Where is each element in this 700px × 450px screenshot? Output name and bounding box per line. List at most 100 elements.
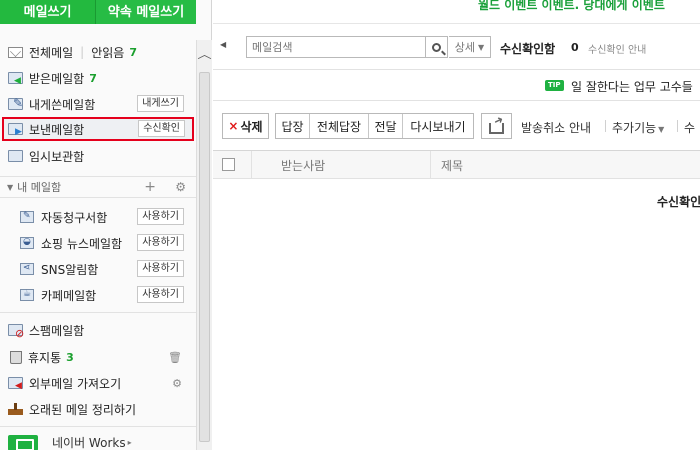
more-functions-dropdown[interactable]: 추가기능 ▼ [612, 119, 664, 136]
write-to-self-button[interactable]: 내게쓰기 [137, 95, 184, 112]
detail-label: 상세 [454, 41, 476, 54]
sidebar-item-label: 외부메일 가져오기 [29, 376, 122, 391]
forward-button[interactable]: 전달 [369, 114, 403, 138]
sidebar-item-label: 쇼핑 뉴스메일함 [41, 236, 123, 251]
mailbox-count: 0 [571, 41, 579, 54]
empty-list-message: 수신확인 [657, 195, 700, 209]
read-receipt-guide-link[interactable]: 수신확인 안내 [588, 41, 646, 56]
select-all-checkbox[interactable] [222, 158, 235, 171]
works-label: 네이버 Works [52, 436, 126, 450]
unread-count: 7 [129, 45, 137, 59]
self-mail-icon [8, 96, 23, 110]
tip-text[interactable]: 일 잘한다는 업무 고수들 [571, 78, 693, 95]
toolbar-extra-item[interactable]: 수 [684, 119, 695, 136]
column-divider [430, 151, 431, 179]
read-receipt-button[interactable]: 수신확인 [138, 120, 185, 137]
resend-button[interactable]: 다시보내기 [403, 114, 473, 138]
sidebar-item-label: SNS알림함 [41, 262, 99, 277]
spam-icon [8, 324, 24, 340]
use-button[interactable]: 사용하기 [137, 286, 184, 303]
mailbox-title: 수신확인함 [500, 42, 556, 56]
gear-icon[interactable]: ⚙ [175, 180, 186, 194]
sidebar-item-spam[interactable]: 스팸메일함 [0, 318, 196, 342]
cancel-send-guide-link[interactable]: 발송취소 안내 [521, 119, 591, 136]
share-icon: ⋖ [20, 263, 34, 275]
collapse-triangle-icon[interactable]: ▼ [7, 183, 13, 192]
sidebar-item-temp[interactable]: 임시보관함 [0, 144, 196, 168]
banner-text[interactable]: 월드 이벤트 이벤트. 당대에게 이벤트 [478, 0, 665, 13]
use-button[interactable]: 사용하기 [137, 234, 184, 251]
folder-icon [8, 150, 23, 162]
sidebar-item-cafe[interactable]: ☕ 카페메일함 사용하기 [0, 283, 196, 307]
sidebar-item-bill[interactable]: ✎ 자동청구서함 사용하기 [0, 205, 196, 229]
use-button[interactable]: 사용하기 [137, 208, 184, 225]
add-mailbox-icon[interactable]: + [144, 179, 156, 195]
chevron-down-icon: ▼ [658, 125, 665, 134]
sidebar-item-external[interactable]: 외부메일 가져오기 ⚙ [0, 371, 196, 395]
inbox-icon [8, 72, 23, 86]
chevron-right-icon: ▸ [127, 438, 132, 447]
search-icon [432, 42, 441, 52]
tip-row[interactable]: TIP 일 잘한다는 업무 고수들 [213, 71, 700, 101]
inbox-count: 7 [89, 71, 97, 85]
unread-link[interactable]: 안읽음 [91, 44, 124, 61]
share-button[interactable] [481, 113, 512, 139]
sidebar-item-inbox[interactable]: 받은메일함 7 [0, 66, 196, 90]
shopping-basket-icon: ◒ [20, 237, 34, 249]
scroll-up-icon[interactable]: ︿ [197, 46, 211, 62]
sidebar-item-all-mail[interactable]: 전체메일 | 안읽음 7 [0, 40, 196, 64]
delete-label: 삭제 [240, 119, 263, 134]
search-input[interactable] [246, 36, 426, 58]
detail-search-dropdown[interactable]: 상세 ▼ [449, 36, 491, 58]
empty-trash-icon[interactable]: 🗑 [168, 351, 182, 364]
delete-button[interactable]: × 삭제 [222, 113, 269, 139]
broom-icon [8, 403, 23, 415]
more-label: 추가기능 [612, 121, 657, 135]
column-recipient[interactable]: 받는사람 [281, 157, 325, 174]
sidebar-item-label: 스팸메일함 [29, 323, 85, 338]
cup-icon: ☕ [20, 289, 34, 301]
naver-works-link[interactable]: 네이버 Works ▸ [8, 434, 132, 450]
compose-button[interactable]: 메일쓰기 [0, 0, 97, 24]
sidebar-item-label: 전체메일 [29, 45, 74, 60]
separator [605, 120, 606, 132]
close-icon: × [228, 119, 239, 133]
sent-icon [8, 123, 23, 137]
divider [0, 426, 196, 427]
reply-button[interactable]: 답장 [276, 114, 310, 138]
scheduled-compose-button[interactable]: 약속 메일쓰기 [96, 0, 196, 24]
sidebar-item-sns[interactable]: ⋖ SNS알림함 사용하기 [0, 257, 196, 281]
sidebar-scrollbar[interactable]: ︿ [196, 40, 212, 450]
tip-badge: TIP [545, 80, 564, 91]
separator: | [80, 45, 85, 59]
sidebar-item-trash[interactable]: 휴지통 3 🗑 [0, 345, 196, 369]
search-bar: ◀ 상세 ▼ 수신확인함 0 수신확인 안내 [213, 24, 700, 70]
column-divider [251, 151, 252, 179]
sidebar-item-label: 카페메일함 [41, 288, 97, 303]
sidebar-item-sent[interactable]: 보낸메일함 수신확인 [2, 117, 194, 141]
toolbar: × 삭제 답장 전체답장 전달 다시보내기 발송취소 안내 추가기능▼ 수 [213, 101, 700, 151]
reply-all-button[interactable]: 전체답장 [310, 114, 369, 138]
trash-count: 3 [66, 350, 74, 364]
works-icon [8, 434, 38, 450]
sidebar-item-label: 내게쓴메일함 [29, 97, 96, 112]
search-button[interactable] [426, 36, 448, 58]
sidebar-item-shopping[interactable]: ◒ 쇼핑 뉴스메일함 사용하기 [0, 231, 196, 255]
my-mailboxes-header[interactable]: ▼ 내 메일함 + ⚙ [0, 176, 196, 198]
gear-icon[interactable]: ⚙ [172, 377, 182, 390]
use-button[interactable]: 사용하기 [137, 260, 184, 277]
share-icon [489, 122, 504, 134]
my-mailboxes-label: 내 메일함 [17, 181, 62, 194]
column-subject[interactable]: 제목 [441, 157, 463, 174]
collapse-left-icon[interactable]: ◀ [220, 40, 226, 49]
sidebar-item-self-mail[interactable]: 내게쓴메일함 내게쓰기 [0, 92, 196, 116]
sidebar-item-label: 자동청구서함 [41, 210, 108, 225]
reply-button-group: 답장 전체답장 전달 다시보내기 [275, 113, 474, 139]
sidebar-item-cleanup[interactable]: 오래된 메일 정리하기 [0, 397, 196, 421]
trash-icon [10, 350, 22, 364]
main-panel: 월드 이벤트 이벤트. 당대에게 이벤트 ◀ 상세 ▼ 수신확인함 0 수신확인… [213, 0, 700, 450]
compose-row: 메일쓰기 약속 메일쓰기 [0, 0, 196, 24]
event-banner[interactable]: 월드 이벤트 이벤트. 당대에게 이벤트 [213, 0, 700, 24]
sidebar: 메일쓰기 약속 메일쓰기 전체메일 | 안읽음 7 받은메일함 7 내게쓴메일함… [0, 0, 212, 450]
scrollbar-thumb[interactable] [199, 72, 210, 442]
